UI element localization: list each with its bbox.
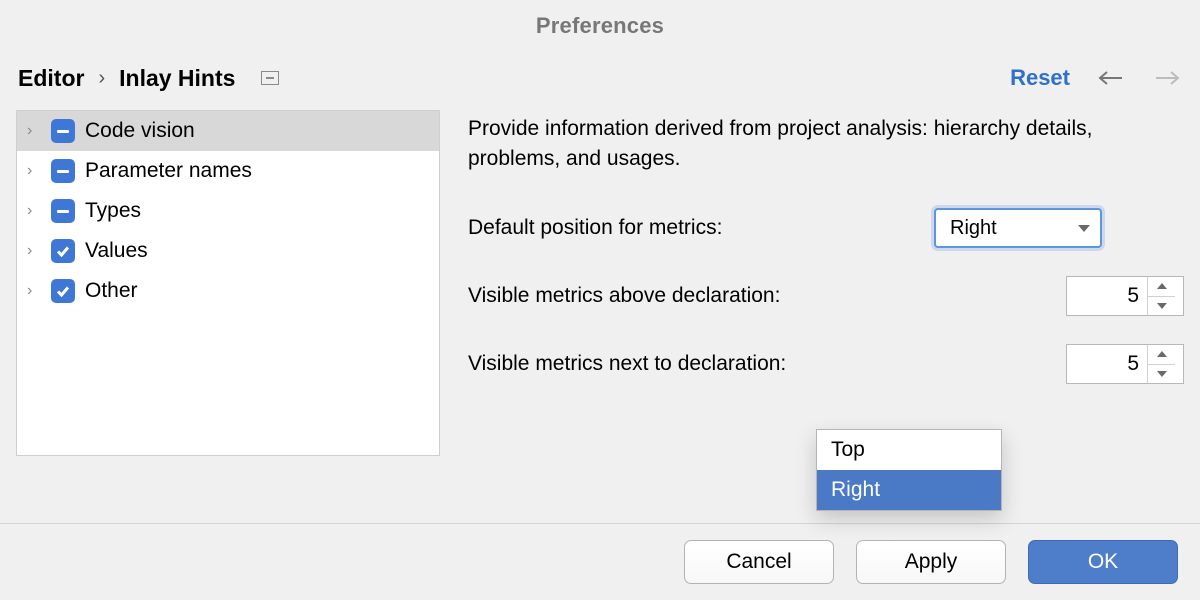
spinner-down-icon[interactable]: [1148, 297, 1175, 316]
window-title: Preferences: [0, 0, 1200, 52]
chevron-right-icon[interactable]: ›: [27, 122, 41, 140]
checkbox-indeterminate-icon[interactable]: [51, 159, 75, 183]
dropdown-option[interactable]: Right: [817, 470, 1001, 510]
dropdown-popup[interactable]: TopRight: [816, 429, 1002, 511]
visible-next-spinner[interactable]: [1066, 344, 1184, 384]
breadcrumb: Editor › Inlay Hints: [18, 65, 279, 92]
chevron-down-icon: [1078, 225, 1090, 232]
cancel-button[interactable]: Cancel: [684, 540, 834, 584]
default-position-dropdown[interactable]: Right: [934, 208, 1102, 248]
tree-item-label: Code vision: [85, 119, 195, 143]
tree-item-label: Other: [85, 279, 138, 303]
chevron-right-icon: ›: [96, 67, 107, 90]
chevron-right-icon[interactable]: ›: [27, 282, 41, 300]
spinner-up-icon[interactable]: [1148, 345, 1175, 365]
checkbox-indeterminate-icon[interactable]: [51, 119, 75, 143]
visible-above-input[interactable]: [1067, 277, 1147, 315]
tree-item[interactable]: › Types: [17, 191, 439, 231]
tree-item[interactable]: › Parameter names: [17, 151, 439, 191]
visible-above-label: Visible metrics above declaration:: [468, 284, 780, 308]
tree-item-label: Parameter names: [85, 159, 252, 183]
breadcrumb-current: Inlay Hints: [119, 65, 235, 92]
checkbox-checked-icon[interactable]: [51, 279, 75, 303]
default-position-label: Default position for metrics:: [468, 216, 722, 240]
collapse-icon[interactable]: [261, 71, 279, 85]
dialog-footer: Cancel Apply OK: [0, 524, 1200, 600]
spinner-down-icon[interactable]: [1148, 365, 1175, 384]
chevron-right-icon[interactable]: ›: [27, 202, 41, 220]
checkbox-checked-icon[interactable]: [51, 239, 75, 263]
apply-button[interactable]: Apply: [856, 540, 1006, 584]
dropdown-option[interactable]: Top: [817, 430, 1001, 470]
chevron-right-icon[interactable]: ›: [27, 242, 41, 260]
back-arrow-icon[interactable]: [1096, 68, 1126, 88]
spinner-up-icon[interactable]: [1148, 277, 1175, 297]
tree-item[interactable]: › Code vision: [17, 111, 439, 151]
visible-next-label: Visible metrics next to declaration:: [468, 352, 786, 376]
reset-link[interactable]: Reset: [1010, 65, 1070, 91]
dropdown-value: Right: [950, 217, 997, 240]
chevron-right-icon[interactable]: ›: [27, 162, 41, 180]
settings-tree: › Code vision › Parameter names › Types › Value…: [16, 110, 440, 456]
visible-next-input[interactable]: [1067, 345, 1147, 383]
checkbox-indeterminate-icon[interactable]: [51, 199, 75, 223]
tree-item[interactable]: › Values: [17, 231, 439, 271]
tree-item[interactable]: › Other: [17, 271, 439, 311]
tree-item-label: Types: [85, 199, 141, 223]
forward-arrow-icon[interactable]: [1152, 68, 1182, 88]
visible-above-spinner[interactable]: [1066, 276, 1184, 316]
ok-button[interactable]: OK: [1028, 540, 1178, 584]
breadcrumb-root[interactable]: Editor: [18, 65, 84, 92]
description-text: Provide information derived from project…: [468, 114, 1108, 174]
tree-item-label: Values: [85, 239, 148, 263]
header: Editor › Inlay Hints Reset: [0, 52, 1200, 110]
